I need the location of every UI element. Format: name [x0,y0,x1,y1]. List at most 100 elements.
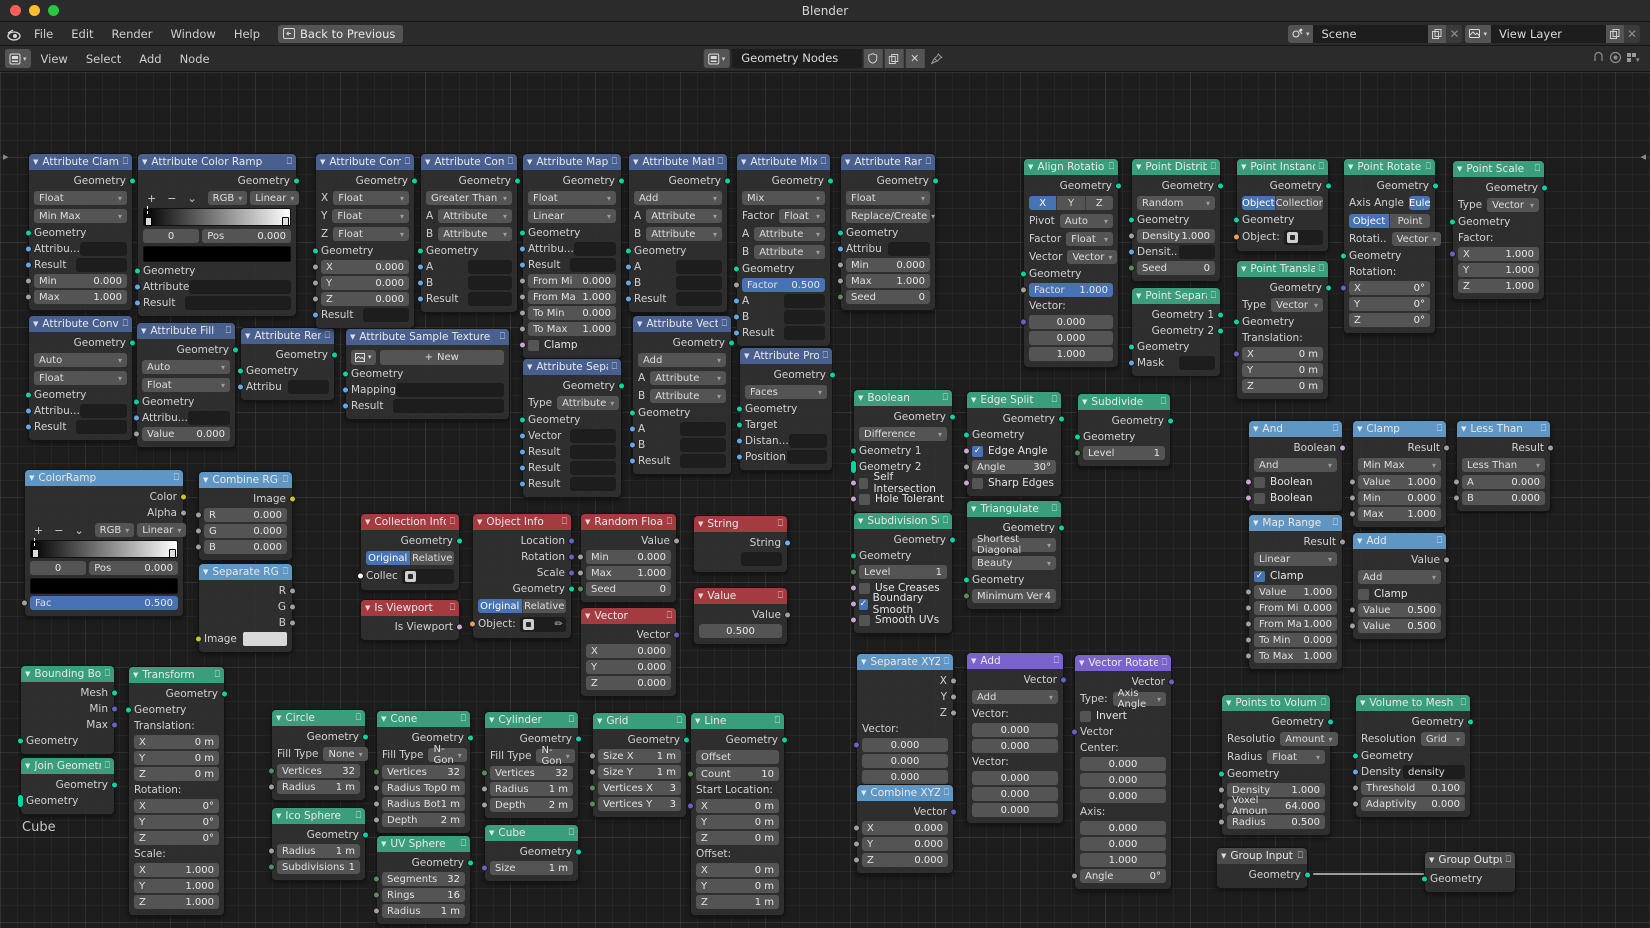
segment-relative[interactable]: Relative [521,599,566,613]
scene-name[interactable]: Scene [1313,24,1429,43]
socket-geo[interactable] [568,585,575,593]
value-field-row[interactable]: Value 0.000 [133,427,230,441]
value-field-row[interactable]: 0.000 [1080,773,1166,787]
text-field[interactable] [187,411,230,425]
dropdown[interactable]: Vector ▾ [1487,198,1539,212]
node-header[interactable]: ▼ String ⎕ [694,516,787,532]
collapse-triangle-icon[interactable]: ▼ [744,352,749,360]
socket-val[interactable] [1020,286,1027,294]
socket-bool[interactable] [850,600,857,608]
checkbox-row[interactable]: Invert [1080,709,1166,723]
output-socket-row[interactable]: String [699,536,791,550]
attribute-field-row[interactable]: Result [134,296,291,310]
node-preview-icon[interactable]: ⎕ [174,473,179,483]
node-triangulate[interactable]: ▼ Triangulate ⎕ Geometry Shortest Diagon… [963,500,1065,610]
input-socket-row[interactable]: Geometry [1020,267,1113,281]
dropdown-row[interactable]: Add ▾ [972,689,1058,705]
number-field[interactable]: 0.000 [862,738,948,752]
dropdown[interactable]: Grid ▾ [1420,732,1465,746]
socket-bool[interactable] [850,495,857,503]
node-preview-icon[interactable]: ⎕ [1437,536,1442,546]
value-field-row[interactable]: Size 1 m [481,861,573,875]
value-field-row[interactable]: Angle 0° [1071,869,1166,883]
socket-val[interactable] [837,261,844,269]
socket-attr[interactable] [519,261,526,269]
output-socket-row[interactable]: G [204,600,296,614]
input-socket-row[interactable]: Geometry [1218,767,1325,781]
labeled-dropdown-row[interactable]: Radius Float ▾ [1227,749,1325,765]
node-vector[interactable]: ▼ Vector ⎕ Vector X 0.000 Y 0.000 Z 0.00… [580,607,680,697]
node-combine-xyz[interactable]: ▼ Combine XYZ ⎕ Vector X 0.000 Y 0.000 Z… [853,784,957,874]
node-header[interactable]: ▼ Transform ⎕ [129,667,224,683]
node-editor-canvas[interactable]: ▸ ◂ Cube ▼ Attribute Clamp ⎕ Geometry Fl… [0,72,1650,928]
socket-val[interactable] [1349,494,1356,502]
socket-val[interactable] [195,527,202,535]
socket-int[interactable] [268,767,275,775]
value-field-row[interactable]: 0.000 [1029,331,1113,345]
collapse-triangle-icon[interactable]: ▼ [365,604,370,612]
node-attribute-fill[interactable]: ▼ Attribute Fill ⎕ Geometry Auto ▾ Float… [133,322,239,448]
socket-val[interactable] [373,907,380,915]
number-field[interactable]: Y 0 m [134,751,219,765]
socket-attr[interactable] [519,448,526,456]
object-picker-row[interactable]: Object: ✏ [469,616,566,632]
collapse-triangle-icon[interactable]: ▼ [858,517,863,525]
text-field[interactable] [393,399,504,413]
node-header[interactable]: ▼ Is Viewport ⎕ [361,600,459,616]
number-field[interactable]: Angle 30° [972,460,1056,474]
socket-int[interactable] [837,293,844,301]
number-field[interactable]: Y 0 m [696,879,779,893]
number-field[interactable]: Z 0 m [134,767,219,781]
number-field[interactable]: Size 1 m [490,861,573,875]
text-field[interactable] [396,383,504,397]
collapse-triangle-icon[interactable]: ▼ [25,762,30,770]
collapse-triangle-icon[interactable]: ▼ [1348,163,1353,171]
socket-int[interactable] [481,769,488,777]
output-socket-row[interactable]: Geometry [528,174,625,188]
labeled-dropdown-row[interactable]: Type Attribute ▾ [528,395,620,411]
socket-attr[interactable] [519,432,526,440]
socket-geo[interactable] [781,736,788,744]
menu-render[interactable]: Render [104,24,161,44]
text-field[interactable] [888,242,930,256]
output-socket-row[interactable]: Y [862,690,957,704]
collapse-triangle-icon[interactable]: ▼ [1357,425,1362,433]
dropdown[interactable]: Add ▾ [638,353,726,367]
output-socket-row[interactable]: Geometry [696,733,788,747]
number-field[interactable]: Fac 0.500 [30,596,178,610]
collapse-triangle-icon[interactable]: ▼ [861,789,866,797]
text-field[interactable]: density [1403,765,1465,779]
socket-val[interactable] [1339,538,1346,546]
text-field[interactable] [363,308,409,322]
number-field[interactable]: G 0.000 [204,524,287,538]
socket-val[interactable] [950,709,957,717]
node-preview-icon[interactable]: ⎕ [1319,162,1324,172]
socket-val[interactable] [25,293,32,301]
value-field-row[interactable]: Seed 0 [1128,261,1215,275]
node-header[interactable]: ▼ Point Instance ⎕ [1237,159,1328,175]
number-field[interactable]: Vertices 32 [490,766,573,780]
socket-attr[interactable] [25,407,32,415]
socket-geo[interactable] [625,247,632,255]
attribute-field-row[interactable] [699,552,782,566]
checkbox-box[interactable] [859,477,869,489]
dropdown[interactable]: Auto ▾ [1059,214,1113,228]
node-header[interactable]: ▼ Object Info ⎕ [473,514,571,530]
node-attribute-math[interactable]: ▼ Attribute Math ⎕ Geometry Add ▾ A Attr… [625,153,731,313]
window-controls[interactable] [0,5,59,16]
socket-w[interactable] [357,572,364,580]
text-field[interactable] [680,422,726,436]
node-header[interactable]: ▼ Edge Split ⎕ [967,392,1061,408]
duplicate-icon[interactable] [884,49,904,68]
socket-geo[interactable] [1217,327,1224,335]
input-socket-row[interactable]: Geometry [1128,213,1215,227]
socket-vec[interactable] [1071,728,1078,736]
socket-val[interactable] [195,511,202,519]
labeled-dropdown-row[interactable]: Fill Type N-Gon ▾ [382,744,467,766]
socket-geometry[interactable] [850,460,857,474]
value-field-row[interactable]: Radius 0.500 [1218,815,1325,829]
value-field-row[interactable]: Radius 1 m [268,780,360,794]
color-ramp-widget[interactable]: + − ⌄ RGB ▾ Linear ▾ 0 Pos 0.000 [143,190,300,262]
number-field[interactable]: Z 1 m [696,895,779,909]
node-is-viewport[interactable]: ▼ Is Viewport ⎕ Is Viewport [360,599,463,641]
